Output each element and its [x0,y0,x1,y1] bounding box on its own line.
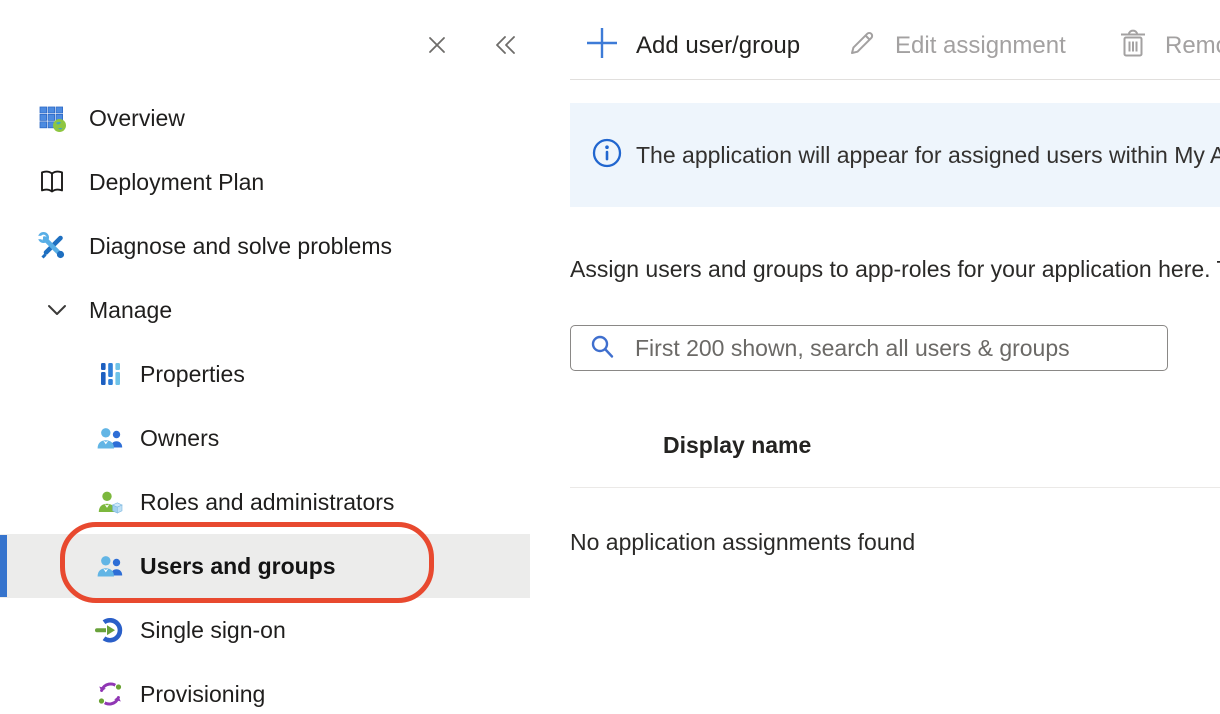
edit-assignment-button[interactable]: Edit assignment [846,20,1066,72]
tools-icon [36,230,68,262]
roles-person-cube-icon [94,486,126,518]
sidebar-item-label: Users and groups [140,553,336,580]
sidebar-group-label: Manage [89,297,172,324]
table-header-divider [570,487,1220,488]
search-icon [588,332,616,365]
info-banner: The application will appear for assigned… [570,103,1220,207]
double-chevron-left-icon[interactable] [491,30,521,60]
sidebar-group-manage[interactable]: Manage [0,278,530,342]
chevron-down-icon [44,294,70,326]
info-icon [592,138,622,173]
banner-text: The application will appear for assigned… [636,142,1220,169]
people-icon [94,422,126,454]
edit-assignment-label: Edit assignment [895,32,1066,60]
assign-description: Assign users and groups to app-roles for… [570,256,1220,283]
sidebar-item-label: Provisioning [140,681,265,708]
people-icon [94,550,126,582]
provisioning-sync-icon [94,678,126,710]
sidebar-item-label: Single sign-on [140,617,286,644]
sidebar-item-roles-administrators[interactable]: Roles and administrators [0,470,530,534]
book-icon [36,166,68,198]
sidebar-item-overview[interactable]: Overview [0,86,530,150]
sidebar: Overview Deployment Plan [0,0,530,714]
sidebar-nav: Overview Deployment Plan [0,86,530,714]
sidebar-item-provisioning[interactable]: Provisioning [0,662,530,714]
add-user-group-label: Add user/group [636,32,800,60]
pencil-icon [846,27,878,66]
search-input[interactable] [635,335,1155,362]
close-icon[interactable] [422,30,452,60]
plus-icon [585,26,619,67]
sidebar-item-label: Deployment Plan [89,169,264,196]
overview-grid-icon [36,102,68,134]
remove-button[interactable]: Remove [1118,20,1220,72]
toolbar-divider [570,79,1220,80]
column-header-display-name[interactable]: Display name [663,432,811,459]
sidebar-item-label: Diagnose and solve problems [89,233,392,260]
app-window: Overview Deployment Plan [0,0,1220,714]
sidebar-item-single-sign-on[interactable]: Single sign-on [0,598,530,662]
sidebar-item-label: Owners [140,425,219,452]
sidebar-item-label: Roles and administrators [140,489,394,516]
sidebar-item-diagnose[interactable]: Diagnose and solve problems [0,214,530,278]
sidebar-item-owners[interactable]: Owners [0,406,530,470]
add-user-group-button[interactable]: Add user/group [585,20,800,72]
sso-arrow-ring-icon [94,614,126,646]
sidebar-item-users-and-groups[interactable]: Users and groups [0,534,530,598]
sidebar-item-deployment-plan[interactable]: Deployment Plan [0,150,530,214]
search-box[interactable] [570,325,1168,371]
empty-state-message: No application assignments found [570,529,915,556]
remove-label: Remove [1165,32,1220,60]
trash-icon [1118,27,1148,66]
sidebar-item-label: Properties [140,361,245,388]
sidebar-item-label: Overview [89,105,185,132]
sidebar-header [0,30,530,64]
sidebar-item-properties[interactable]: Properties [0,342,530,406]
properties-bars-icon [94,358,126,390]
